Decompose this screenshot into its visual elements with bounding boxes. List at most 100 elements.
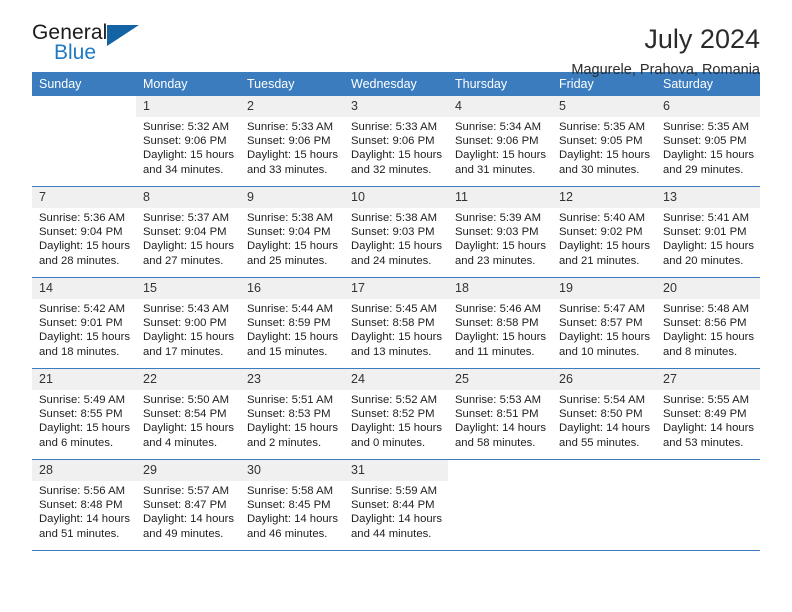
day-details: Sunrise: 5:36 AM Sunset: 9:04 PM Daylight:…	[32, 208, 136, 268]
calendar-cell: 14 Sunrise: 5:42 AM Sunset: 9:01 PM Dayligh…	[32, 277, 136, 369]
calendar-day[interactable]: 23 Sunrise: 5:51 AM Sunset: 8:53 PM Dayligh…	[240, 369, 344, 459]
sunset-text: Sunset: 9:05 PM	[559, 135, 643, 148]
day-number: 11	[448, 187, 552, 208]
sunrise-text: Sunrise: 5:55 AM	[663, 394, 750, 406]
daylight-text-line1: Daylight: 15 hours	[559, 240, 651, 253]
calendar-page: General Blue July 2024 Magurele, Prahova…	[0, 0, 792, 612]
calendar-day[interactable]: 1 Sunrise: 5:32 AM Sunset: 9:06 PM Daylight…	[136, 96, 240, 186]
calendar-cell: 31 Sunrise: 5:59 AM Sunset: 8:44 PM Dayligh…	[344, 459, 448, 550]
calendar-day[interactable]: 21 Sunrise: 5:49 AM Sunset: 8:55 PM Dayligh…	[32, 369, 136, 459]
calendar-day-empty	[448, 460, 552, 550]
calendar-day[interactable]: 22 Sunrise: 5:50 AM Sunset: 8:54 PM Dayligh…	[136, 369, 240, 459]
calendar-day[interactable]: 19 Sunrise: 5:47 AM Sunset: 8:57 PM Dayligh…	[552, 278, 656, 368]
calendar-day[interactable]: 7 Sunrise: 5:36 AM Sunset: 9:04 PM Daylight…	[32, 187, 136, 277]
sunrise-text: Sunrise: 5:35 AM	[663, 121, 750, 133]
day-number: 27	[656, 369, 760, 390]
calendar-week-row: 7 Sunrise: 5:36 AM Sunset: 9:04 PM Daylight…	[32, 186, 760, 278]
calendar-day[interactable]: 16 Sunrise: 5:44 AM Sunset: 8:59 PM Dayligh…	[240, 278, 344, 368]
day-details: Sunrise: 5:49 AM Sunset: 8:55 PM Daylight:…	[32, 390, 136, 450]
calendar-day[interactable]: 18 Sunrise: 5:46 AM Sunset: 8:58 PM Dayligh…	[448, 278, 552, 368]
daylight-text-line1: Daylight: 14 hours	[247, 513, 339, 526]
calendar-day[interactable]: 26 Sunrise: 5:54 AM Sunset: 8:50 PM Dayligh…	[552, 369, 656, 459]
day-details: Sunrise: 5:56 AM Sunset: 8:48 PM Daylight:…	[32, 481, 136, 541]
calendar-day[interactable]: 6 Sunrise: 5:35 AM Sunset: 9:05 PM Daylight…	[656, 96, 760, 186]
calendar-cell: 27 Sunrise: 5:55 AM Sunset: 8:49 PM Dayligh…	[656, 368, 760, 460]
daylight-text-line2: and 0 minutes.	[351, 436, 426, 449]
calendar-day[interactable]: 13 Sunrise: 5:41 AM Sunset: 9:01 PM Dayligh…	[656, 187, 760, 277]
calendar-day[interactable]: 20 Sunrise: 5:48 AM Sunset: 8:56 PM Dayligh…	[656, 278, 760, 368]
calendar-day[interactable]: 28 Sunrise: 5:56 AM Sunset: 8:48 PM Dayligh…	[32, 460, 136, 550]
sunset-text: Sunset: 9:06 PM	[143, 135, 227, 148]
sunrise-text: Sunrise: 5:50 AM	[143, 394, 230, 406]
day-number	[448, 460, 552, 481]
calendar-day[interactable]: 14 Sunrise: 5:42 AM Sunset: 9:01 PM Dayligh…	[32, 278, 136, 368]
day-number: 16	[240, 278, 344, 299]
calendar-day[interactable]: 17 Sunrise: 5:45 AM Sunset: 8:58 PM Dayligh…	[344, 278, 448, 368]
weekday-header-thursday: Thursday	[448, 72, 552, 96]
daylight-text-line1: Daylight: 15 hours	[351, 240, 443, 253]
day-number: 6	[656, 96, 760, 117]
sunset-text: Sunset: 8:47 PM	[143, 499, 227, 512]
calendar-day[interactable]: 30 Sunrise: 5:58 AM Sunset: 8:45 PM Dayligh…	[240, 460, 344, 550]
calendar-day[interactable]: 12 Sunrise: 5:40 AM Sunset: 9:02 PM Dayligh…	[552, 187, 656, 277]
page-title: July 2024	[644, 24, 760, 54]
day-details: Sunrise: 5:58 AM Sunset: 8:45 PM Daylight:…	[240, 481, 344, 541]
daylight-text-line2: and 53 minutes.	[663, 436, 744, 449]
day-details: Sunrise: 5:33 AM Sunset: 9:06 PM Daylight:…	[344, 117, 448, 177]
weekday-header-sunday: Sunday	[32, 72, 136, 96]
daylight-text-line1: Daylight: 15 hours	[455, 331, 547, 344]
calendar-day[interactable]: 31 Sunrise: 5:59 AM Sunset: 8:44 PM Dayligh…	[344, 460, 448, 550]
day-number: 26	[552, 369, 656, 390]
day-number: 18	[448, 278, 552, 299]
calendar-day[interactable]: 10 Sunrise: 5:38 AM Sunset: 9:03 PM Dayligh…	[344, 187, 448, 277]
day-number: 17	[344, 278, 448, 299]
calendar-day[interactable]: 9 Sunrise: 5:38 AM Sunset: 9:04 PM Daylight…	[240, 187, 344, 277]
daylight-text-line2: and 8 minutes.	[663, 345, 738, 358]
calendar-day[interactable]: 29 Sunrise: 5:57 AM Sunset: 8:47 PM Dayligh…	[136, 460, 240, 550]
brand-logo[interactable]: General Blue	[32, 22, 162, 68]
calendar-day[interactable]: 5 Sunrise: 5:35 AM Sunset: 9:05 PM Daylight…	[552, 96, 656, 186]
sunset-text: Sunset: 8:51 PM	[455, 408, 539, 421]
sunset-text: Sunset: 8:58 PM	[455, 317, 539, 330]
sunset-text: Sunset: 8:52 PM	[351, 408, 435, 421]
sunset-text: Sunset: 9:04 PM	[39, 226, 123, 239]
calendar-day[interactable]: 8 Sunrise: 5:37 AM Sunset: 9:04 PM Daylight…	[136, 187, 240, 277]
daylight-text-line2: and 49 minutes.	[143, 527, 224, 540]
calendar-day[interactable]: 27 Sunrise: 5:55 AM Sunset: 8:49 PM Dayligh…	[656, 369, 760, 459]
day-details: Sunrise: 5:57 AM Sunset: 8:47 PM Daylight:…	[136, 481, 240, 541]
calendar-day[interactable]: 2 Sunrise: 5:33 AM Sunset: 9:06 PM Daylight…	[240, 96, 344, 186]
daylight-text-line1: Daylight: 14 hours	[559, 422, 651, 435]
calendar-cell: 19 Sunrise: 5:47 AM Sunset: 8:57 PM Dayligh…	[552, 277, 656, 369]
calendar-day[interactable]: 15 Sunrise: 5:43 AM Sunset: 9:00 PM Dayligh…	[136, 278, 240, 368]
calendar-week-row: 14 Sunrise: 5:42 AM Sunset: 9:01 PM Dayligh…	[32, 277, 760, 369]
sunset-text: Sunset: 8:57 PM	[559, 317, 643, 330]
day-details: Sunrise: 5:53 AM Sunset: 8:51 PM Daylight:…	[448, 390, 552, 450]
sunrise-text: Sunrise: 5:51 AM	[247, 394, 334, 406]
sunrise-text: Sunrise: 5:44 AM	[247, 303, 334, 315]
sunrise-text: Sunrise: 5:38 AM	[247, 212, 334, 224]
daylight-text-line1: Daylight: 15 hours	[143, 422, 235, 435]
daylight-text-line2: and 17 minutes.	[143, 345, 224, 358]
calendar-day[interactable]: 25 Sunrise: 5:53 AM Sunset: 8:51 PM Dayligh…	[448, 369, 552, 459]
sunset-text: Sunset: 9:00 PM	[143, 317, 227, 330]
calendar-bottom-rule	[32, 550, 760, 551]
calendar-cell: 28 Sunrise: 5:56 AM Sunset: 8:48 PM Dayligh…	[32, 459, 136, 550]
sunset-text: Sunset: 9:04 PM	[143, 226, 227, 239]
calendar-day[interactable]: 3 Sunrise: 5:33 AM Sunset: 9:06 PM Daylight…	[344, 96, 448, 186]
day-details: Sunrise: 5:32 AM Sunset: 9:06 PM Daylight:…	[136, 117, 240, 177]
calendar-day[interactable]: 4 Sunrise: 5:34 AM Sunset: 9:06 PM Daylight…	[448, 96, 552, 186]
triangle-logo-icon	[107, 25, 139, 46]
sunrise-text: Sunrise: 5:42 AM	[39, 303, 126, 315]
calendar-day[interactable]: 11 Sunrise: 5:39 AM Sunset: 9:03 PM Dayligh…	[448, 187, 552, 277]
daylight-text-line2: and 27 minutes.	[143, 254, 224, 267]
calendar-day[interactable]: 24 Sunrise: 5:52 AM Sunset: 8:52 PM Dayligh…	[344, 369, 448, 459]
daylight-text-line2: and 13 minutes.	[351, 345, 432, 358]
brand-name-blue: Blue	[54, 41, 97, 64]
day-number: 3	[344, 96, 448, 117]
daylight-text-line1: Daylight: 15 hours	[39, 331, 131, 344]
day-number: 21	[32, 369, 136, 390]
sunrise-text: Sunrise: 5:36 AM	[39, 212, 126, 224]
day-number: 20	[656, 278, 760, 299]
calendar-cell: 13 Sunrise: 5:41 AM Sunset: 9:01 PM Dayligh…	[656, 186, 760, 278]
sunset-text: Sunset: 8:59 PM	[247, 317, 331, 330]
